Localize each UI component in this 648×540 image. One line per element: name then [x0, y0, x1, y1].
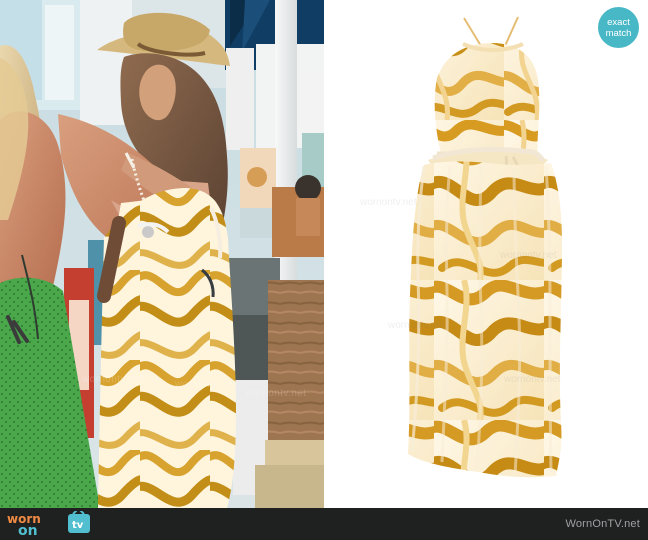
exact-match-line-1: exact [607, 16, 630, 28]
svg-text:wornontv.net: wornontv.net [359, 197, 417, 208]
footer-bar: worn on tv WornOnTV.net [0, 508, 648, 540]
svg-text:wornontv.net: wornontv.net [244, 388, 306, 399]
svg-text:wornontv.net: wornontv.net [503, 374, 561, 385]
svg-text:wornontv.net: wornontv.net [387, 320, 445, 331]
fashion-photo-panel: wornontv.net wornontv.net wornontv.net [0, 0, 324, 508]
yellow-swirl-maxi-dress: wornontv.net wornontv.net wornontv.net w… [324, 0, 648, 508]
exact-match-badge[interactable]: exact match [598, 7, 639, 48]
logo-tv-text: tv [72, 520, 84, 531]
worn-on-tv-logo[interactable]: worn on tv [6, 511, 96, 537]
page: wornontv.net wornontv.net wornontv.net w… [0, 0, 648, 540]
svg-text:wornontv.net: wornontv.net [81, 374, 143, 385]
svg-text:wornontv.net: wornontv.net [499, 250, 557, 261]
exact-match-line-2: match [605, 27, 632, 39]
scene-photo: wornontv.net wornontv.net wornontv.net [0, 0, 324, 508]
svg-text:wornontv.net: wornontv.net [174, 379, 236, 390]
footer-site-link[interactable]: WornOnTV.net [565, 518, 640, 530]
product-image-panel: wornontv.net wornontv.net wornontv.net w… [324, 0, 648, 508]
logo-on-text: on [18, 523, 38, 537]
